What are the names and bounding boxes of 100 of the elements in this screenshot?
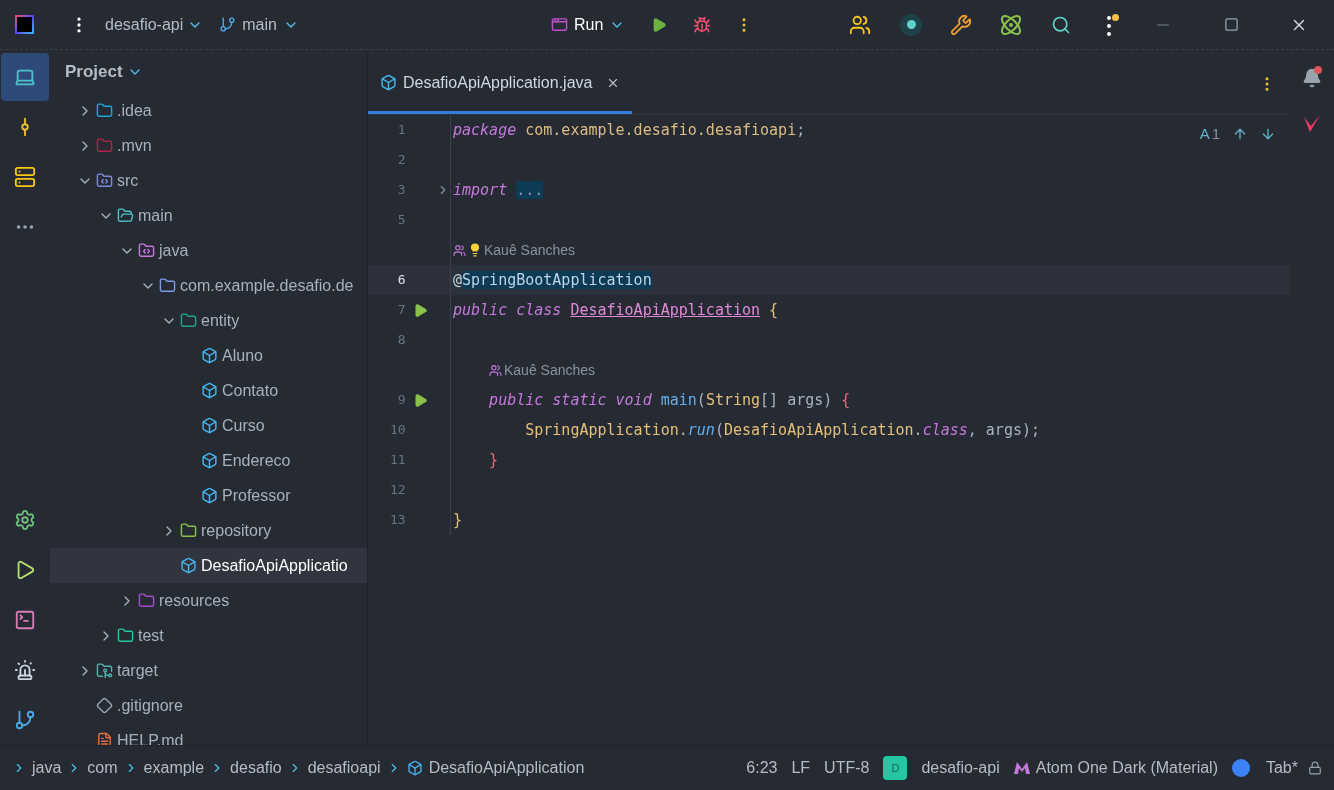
- cube-icon: [201, 382, 218, 399]
- code-folder-icon: [138, 242, 155, 259]
- record-icon[interactable]: [900, 13, 923, 36]
- file-icon: [96, 732, 113, 745]
- theme-name[interactable]: Atom One Dark (Material): [1035, 756, 1218, 780]
- code-line: }: [452, 509, 463, 531]
- siren-icon[interactable]: [14, 659, 36, 681]
- run-icon[interactable]: [651, 16, 668, 33]
- accent-color-icon[interactable]: [1231, 759, 1250, 777]
- users-icon: [453, 243, 466, 257]
- line-number: 5: [396, 211, 406, 230]
- line-number: 6: [396, 271, 406, 290]
- tree-item[interactable]: .idea: [50, 93, 367, 128]
- maximize-icon[interactable]: [1224, 17, 1240, 32]
- run-gutter-icon[interactable]: [412, 302, 428, 318]
- code-line: @SpringBootApplication: [452, 269, 652, 291]
- cube-icon: [406, 760, 423, 776]
- breadcrumb[interactable]: desafioapi: [287, 756, 381, 780]
- cube-icon: [201, 347, 218, 364]
- inspection-widget[interactable]: A1: [1199, 123, 1220, 146]
- line-number: 3: [396, 181, 406, 200]
- cube-icon: [380, 74, 397, 91]
- breadcrumb[interactable]: DesafioApiApplication: [386, 756, 585, 780]
- file-encoding[interactable]: UTF-8: [824, 756, 870, 780]
- line-number: 1: [396, 121, 406, 140]
- code-line: package com.example.desafio.desafioapi;: [452, 119, 806, 141]
- search-icon[interactable]: [1051, 14, 1072, 35]
- users-icon: [489, 363, 502, 377]
- tree-item[interactable]: HELP.md: [50, 723, 367, 745]
- tree-item[interactable]: Contato: [50, 373, 367, 408]
- line-number: 7: [396, 301, 406, 320]
- atom-icon[interactable]: [999, 12, 1024, 37]
- theme-icon: [1013, 762, 1030, 774]
- breadcrumb[interactable]: java: [12, 756, 62, 780]
- tree-item[interactable]: main: [50, 198, 367, 233]
- tree-item[interactable]: java: [50, 233, 367, 268]
- project-badge: D: [883, 756, 908, 780]
- cube-icon: [201, 452, 218, 469]
- tree-item[interactable]: com.example.desafio.de: [50, 268, 367, 303]
- line-number: 10: [388, 421, 406, 440]
- folder-icon: [96, 662, 113, 679]
- caret-position[interactable]: 6:23: [746, 756, 778, 780]
- tree-item[interactable]: Aluno: [50, 338, 367, 373]
- branch-icon[interactable]: [14, 709, 36, 731]
- cube-icon: [201, 417, 218, 434]
- code-folder-icon: [96, 172, 113, 189]
- users-icon[interactable]: [849, 13, 872, 36]
- breadcrumb[interactable]: example: [123, 756, 205, 780]
- project-name[interactable]: desafio-api: [921, 756, 1000, 780]
- indent-setting[interactable]: Tab*: [1265, 756, 1298, 780]
- tree-item[interactable]: src: [50, 163, 367, 198]
- tree-item[interactable]: test: [50, 618, 367, 653]
- tree-item[interactable]: target: [50, 653, 367, 688]
- lightbulb-icon[interactable]: [468, 243, 482, 257]
- server-icon[interactable]: [14, 166, 36, 188]
- line-separator[interactable]: LF: [791, 756, 811, 780]
- tool-window-button[interactable]: [1, 53, 49, 101]
- tree-item[interactable]: entity: [50, 303, 367, 338]
- terminal-icon[interactable]: [14, 609, 36, 631]
- code-line: public static void main(String[] args) {: [488, 389, 851, 411]
- tree-item[interactable]: DesafioApiApplicatio: [50, 548, 367, 583]
- tree-item[interactable]: .gitignore: [50, 688, 367, 723]
- run-config-dropdown[interactable]: Run: [550, 12, 626, 37]
- line-number: 12: [388, 481, 406, 500]
- tree-item[interactable]: .mvn: [50, 128, 367, 163]
- project-selector[interactable]: desafio-api: [105, 12, 204, 37]
- lock-icon[interactable]: [1308, 761, 1322, 775]
- breadcrumb[interactable]: desafio: [210, 756, 282, 780]
- author-hint[interactable]: Kauê Sanches: [489, 359, 596, 381]
- author-hint[interactable]: Kauê Sanches: [453, 239, 576, 261]
- folder-icon: [180, 312, 197, 329]
- branch-dropdown[interactable]: main: [219, 12, 299, 37]
- folder-icon: [180, 522, 197, 539]
- tools-icon[interactable]: [950, 13, 973, 36]
- tree-item[interactable]: repository: [50, 513, 367, 548]
- folder-icon: [96, 102, 113, 119]
- app-logo-icon[interactable]: [15, 15, 34, 34]
- run-gutter-icon[interactable]: [412, 392, 428, 408]
- tree-item[interactable]: resources: [50, 583, 367, 618]
- window-icon: [550, 16, 568, 33]
- plugin-logo-icon[interactable]: [1303, 114, 1321, 134]
- tree-item[interactable]: Endereco: [50, 443, 367, 478]
- project-view-dropdown[interactable]: Project: [65, 58, 143, 85]
- notifications-icon[interactable]: [1302, 68, 1322, 88]
- line-number: 9: [396, 391, 406, 410]
- updates-icon[interactable]: [1105, 13, 1120, 36]
- debug-icon[interactable]: [693, 15, 712, 34]
- tree-item[interactable]: Professor: [50, 478, 367, 513]
- line-number: 13: [388, 511, 406, 530]
- branch-icon: [219, 16, 237, 33]
- folder-icon: [138, 592, 155, 609]
- line-number: 8: [396, 331, 406, 350]
- folder-icon: [96, 137, 113, 154]
- editor-tab[interactable]: DesafioApiApplication.java: [368, 50, 633, 114]
- code-line: SpringApplication.run(DesafioApiApplication.class, args);: [524, 419, 1041, 441]
- settings-icon[interactable]: [14, 509, 36, 531]
- code-line: }: [488, 449, 499, 471]
- tree-item[interactable]: Curso: [50, 408, 367, 443]
- breadcrumb[interactable]: com: [67, 756, 118, 780]
- folder-icon: [159, 277, 176, 294]
